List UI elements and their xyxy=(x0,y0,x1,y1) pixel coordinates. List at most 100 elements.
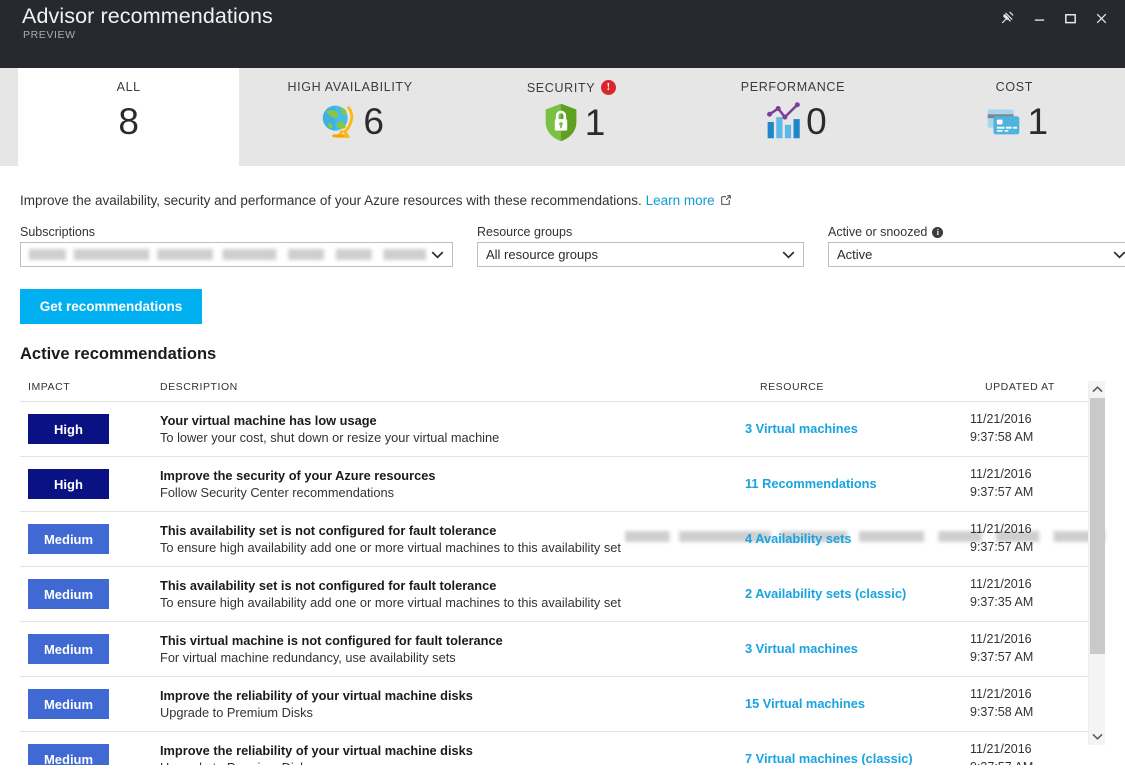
resource-link[interactable]: 15 Virtual machines xyxy=(745,696,865,711)
tab-cost-label: COST xyxy=(995,80,1033,94)
tab-cost[interactable]: COST 1 xyxy=(904,68,1125,166)
impact-badge[interactable]: Medium xyxy=(28,744,109,765)
state-label: Active or snoozed i xyxy=(828,225,1125,239)
table-row[interactable]: Medium This availability set is not confi… xyxy=(20,512,1090,567)
description-cell: Your virtual machine has low usage To low… xyxy=(156,412,745,447)
resource-link[interactable]: 3 Virtual machines xyxy=(745,421,858,436)
resource-cell: 11 Recommendations xyxy=(745,475,970,493)
tab-all-label: ALL xyxy=(116,80,141,94)
impact-cell: Medium xyxy=(20,579,156,609)
resource-link[interactable]: 3 Virtual machines xyxy=(745,641,858,656)
info-icon[interactable]: i xyxy=(932,226,944,238)
impact-badge[interactable]: Medium xyxy=(28,689,109,719)
recommendation-title: Your virtual machine has low usage xyxy=(160,412,377,428)
filter-bar: Subscriptions Resource groups All resour… xyxy=(20,225,1125,267)
table-row[interactable]: Medium Improve the reliability of your vi… xyxy=(20,732,1090,765)
description-cell: This availability set is not configured … xyxy=(156,522,745,557)
learn-more-link[interactable]: Learn more xyxy=(646,193,715,208)
resource-cell: 7 Virtual machines (classic) xyxy=(745,750,970,765)
tab-performance-count: 0 xyxy=(806,100,827,142)
resource-link[interactable]: 4 Availability sets xyxy=(745,531,851,546)
description-cell: Improve the reliability of your virtual … xyxy=(156,687,745,722)
table-row[interactable]: High Improve the security of your Azure r… xyxy=(20,457,1090,512)
column-header-impact: IMPACT xyxy=(28,381,71,393)
updated-at-cell: 11/21/2016 9:37:58 AM xyxy=(970,686,1090,722)
resource-link[interactable]: 2 Availability sets (classic) xyxy=(745,586,906,601)
impact-badge[interactable]: Medium xyxy=(28,524,109,554)
impact-badge[interactable]: High xyxy=(28,469,109,499)
recommendation-subtitle: For virtual machine redundancy, use avai… xyxy=(160,650,456,665)
recommendation-title: Improve the reliability of your virtual … xyxy=(160,742,473,758)
table-row[interactable]: Medium Improve the reliability of your vi… xyxy=(20,677,1090,732)
minimize-icon[interactable] xyxy=(1024,3,1055,33)
updated-time: 9:37:58 AM xyxy=(970,430,1034,444)
resource-link[interactable]: 7 Virtual machines (classic) xyxy=(745,751,913,765)
resource-groups-filter: Resource groups All resource groups xyxy=(477,225,804,267)
table-row[interactable]: High Your virtual machine has low usage To… xyxy=(20,402,1090,457)
impact-badge[interactable]: Medium xyxy=(28,634,109,664)
recommendation-title: This availability set is not configured … xyxy=(160,522,497,538)
updated-date: 11/21/2016 xyxy=(970,467,1032,482)
state-filter: Active or snoozed i Active xyxy=(828,225,1125,267)
page-title: Advisor recommendations xyxy=(22,4,273,28)
resource-groups-select[interactable]: All resource groups xyxy=(477,242,804,267)
updated-time: 9:37:35 AM xyxy=(970,595,1034,609)
updated-at-cell: 11/21/2016 9:37:57 AM xyxy=(970,631,1090,667)
category-tab-strip: ALL 8 HIGH AVAILABILITY 6 SECURITY ! 1 P… xyxy=(0,68,1125,166)
recommendation-subtitle: Upgrade to Premium Disks xyxy=(160,705,313,720)
tab-all-body: 8 xyxy=(118,95,139,147)
tab-security-label-text: SECURITY xyxy=(526,80,596,95)
tab-security[interactable]: SECURITY ! 1 xyxy=(461,68,682,166)
description-cell: Improve the security of your Azure resou… xyxy=(156,467,745,502)
resource-cell: 3 Virtual machines xyxy=(745,640,970,658)
updated-date: 11/21/2016 xyxy=(970,412,1032,427)
table-row[interactable]: Medium This availability set is not confi… xyxy=(20,567,1090,622)
table-row[interactable]: Medium This virtual machine is not config… xyxy=(20,622,1090,677)
close-icon[interactable] xyxy=(1086,3,1117,33)
pin-icon[interactable] xyxy=(993,3,1024,33)
resource-link[interactable]: 11 Recommendations xyxy=(745,476,877,491)
tab-performance[interactable]: PERFORMANCE 0 xyxy=(682,68,903,166)
recommendation-subtitle: Upgrade to Premium Disks xyxy=(160,759,745,765)
tab-security-label: SECURITY ! xyxy=(526,80,617,95)
updated-time: 9:37:58 AM xyxy=(970,705,1034,719)
get-recommendations-button[interactable]: Get recommendations xyxy=(20,289,202,324)
scroll-down-icon[interactable] xyxy=(1089,728,1105,745)
impact-cell: Medium xyxy=(20,634,156,664)
impact-cell: Medium xyxy=(20,524,156,554)
state-label-text: Active or snoozed xyxy=(828,225,928,239)
scrollbar-thumb[interactable] xyxy=(1090,398,1105,654)
recommendation-title: Improve the reliability of your virtual … xyxy=(160,687,473,703)
table-scrollbar[interactable] xyxy=(1088,381,1105,745)
description-cell: This availability set is not configured … xyxy=(156,577,745,612)
updated-at-cell: 11/21/2016 9:37:35 AM xyxy=(970,576,1090,612)
section-title: Active recommendations xyxy=(20,345,217,363)
preview-badge: PREVIEW xyxy=(23,29,76,41)
subscriptions-select[interactable] xyxy=(20,242,453,267)
column-header-resource: RESOURCE xyxy=(760,381,824,393)
recommendation-subtitle: Follow Security Center recommendations xyxy=(160,485,394,500)
impact-cell: Medium xyxy=(20,744,156,765)
updated-date: 11/21/2016 xyxy=(970,742,1032,757)
maximize-icon[interactable] xyxy=(1055,3,1086,33)
recommendations-table: IMPACT DESCRIPTION RESOURCE UPDATED AT H… xyxy=(20,381,1105,765)
tab-all[interactable]: ALL 8 xyxy=(18,68,240,166)
chart-icon xyxy=(759,98,805,144)
tab-high-availability[interactable]: HIGH AVAILABILITY 6 xyxy=(239,68,460,166)
tab-all-count: 8 xyxy=(118,100,139,142)
column-header-updated-at: UPDATED AT xyxy=(985,381,1055,393)
recommendation-title: Improve the security of your Azure resou… xyxy=(160,467,436,483)
updated-at-cell: 11/21/2016 9:37:57 AM xyxy=(970,521,1090,557)
state-select[interactable]: Active xyxy=(828,242,1125,267)
globe-icon xyxy=(316,98,362,144)
recommendation-subtitle: To ensure high availability add one or m… xyxy=(160,540,621,555)
credit-card-icon xyxy=(981,98,1027,144)
impact-badge[interactable]: Medium xyxy=(28,579,109,609)
scroll-up-icon[interactable] xyxy=(1089,381,1105,398)
recommendation-title: This availability set is not configured … xyxy=(160,577,497,593)
resource-cell: 2 Availability sets (classic) xyxy=(745,585,970,603)
impact-badge[interactable]: High xyxy=(28,414,109,444)
chevron-down-icon xyxy=(431,247,444,262)
intro-text: Improve the availability, security and p… xyxy=(20,193,1105,209)
tab-cost-body: 1 xyxy=(981,95,1048,147)
